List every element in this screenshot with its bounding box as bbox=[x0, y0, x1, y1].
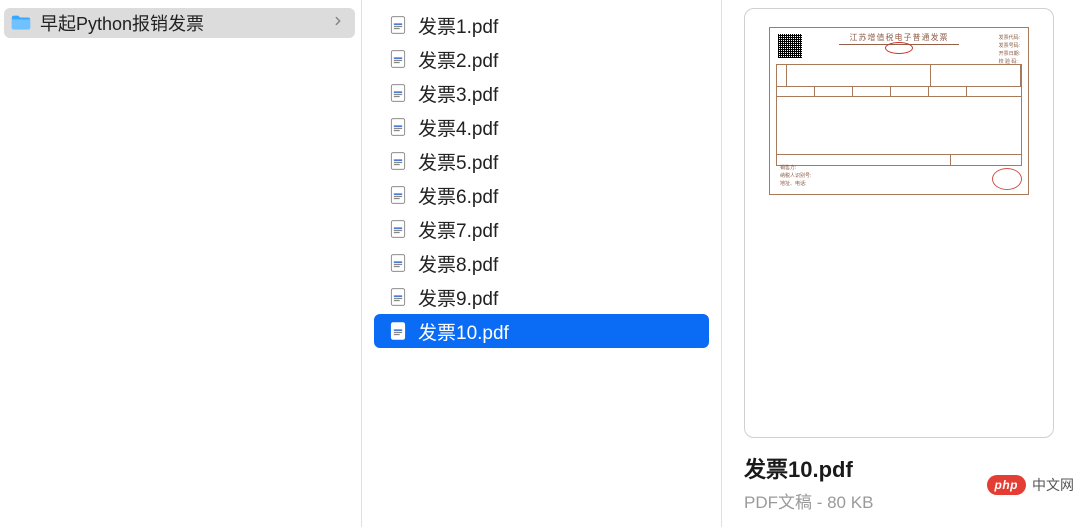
stamp-icon bbox=[885, 42, 913, 54]
file-name: 发票10.pdf bbox=[418, 318, 509, 345]
preview-thumbnail[interactable]: 江苏增值税电子普通发票 发票代码: 发票号码: 开票日期: 校 验 码: 销售方… bbox=[744, 8, 1054, 438]
file-row[interactable]: 发票6.pdf bbox=[374, 178, 709, 212]
pdf-file-icon bbox=[388, 321, 408, 341]
pdf-file-icon bbox=[388, 151, 408, 171]
file-row[interactable]: 发票4.pdf bbox=[374, 110, 709, 144]
file-name: 发票9.pdf bbox=[418, 284, 498, 311]
folder-icon bbox=[10, 12, 32, 34]
invoice-image: 江苏增值税电子普通发票 发票代码: 发票号码: 开票日期: 校 验 码: 销售方… bbox=[769, 27, 1029, 195]
file-row[interactable]: 发票8.pdf bbox=[374, 246, 709, 280]
watermark-pill: php bbox=[987, 475, 1027, 495]
pdf-file-icon bbox=[388, 117, 408, 137]
preview-column: 江苏增值税电子普通发票 发票代码: 发票号码: 开票日期: 校 验 码: 销售方… bbox=[722, 0, 1080, 527]
folder-row[interactable]: 早起Python报销发票 bbox=[4, 8, 355, 38]
watermark-text: 中文网 bbox=[1032, 475, 1074, 495]
file-row-selected[interactable]: 发票10.pdf bbox=[374, 314, 709, 348]
pdf-file-icon bbox=[388, 185, 408, 205]
file-row[interactable]: 发票9.pdf bbox=[374, 280, 709, 314]
pdf-file-icon bbox=[388, 287, 408, 307]
file-row[interactable]: 发票2.pdf bbox=[374, 42, 709, 76]
file-name: 发票7.pdf bbox=[418, 216, 498, 243]
file-name: 发票4.pdf bbox=[418, 114, 498, 141]
invoice-footer: 销售方:纳税人识别号:地址、电话: bbox=[780, 164, 811, 188]
file-row[interactable]: 发票3.pdf bbox=[374, 76, 709, 110]
folder-label: 早起Python报销发票 bbox=[40, 10, 331, 36]
file-list-column: 发票1.pdf 发票2.pdf 发票3.pdf 发票4.pdf 发票5.pdf bbox=[362, 0, 722, 527]
pdf-file-icon bbox=[388, 83, 408, 103]
file-name: 发票2.pdf bbox=[418, 46, 498, 73]
pdf-file-icon bbox=[388, 253, 408, 273]
seal-icon bbox=[992, 168, 1022, 190]
file-name: 发票8.pdf bbox=[418, 250, 498, 277]
file-name: 发票5.pdf bbox=[418, 148, 498, 175]
file-row[interactable]: 发票7.pdf bbox=[374, 212, 709, 246]
invoice-grid bbox=[776, 64, 1022, 166]
file-name: 发票6.pdf bbox=[418, 182, 498, 209]
chevron-right-icon bbox=[331, 14, 349, 33]
pdf-file-icon bbox=[388, 49, 408, 69]
file-row[interactable]: 发票5.pdf bbox=[374, 144, 709, 178]
invoice-meta: 发票代码: 发票号码: 开票日期: 校 验 码: bbox=[999, 34, 1020, 66]
file-row[interactable]: 发票1.pdf bbox=[374, 8, 709, 42]
sidebar-column: 早起Python报销发票 bbox=[0, 0, 362, 527]
pdf-file-icon bbox=[388, 219, 408, 239]
file-name: 发票1.pdf bbox=[418, 12, 498, 39]
file-name: 发票3.pdf bbox=[418, 80, 498, 107]
pdf-file-icon bbox=[388, 15, 408, 35]
watermark: php 中文网 bbox=[987, 475, 1075, 495]
